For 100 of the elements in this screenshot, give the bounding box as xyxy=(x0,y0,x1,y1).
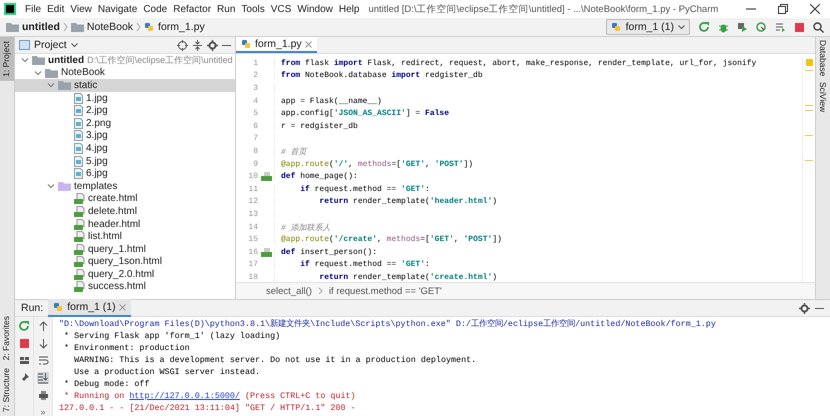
print-icon[interactable] xyxy=(38,390,48,401)
code-line: # 添加联系人 xyxy=(274,222,331,233)
breadcrumb[interactable]: select_all() xyxy=(266,286,312,296)
tree-label: 5.jpg xyxy=(86,156,108,167)
console-link[interactable]: http://127.0.0.1:5000/ xyxy=(129,391,240,401)
soft-wrap-icon[interactable] xyxy=(38,355,48,366)
tree-row[interactable]: 2.jpg xyxy=(15,104,235,117)
breadcrumb[interactable]: if request.method == 'GET' xyxy=(328,286,442,296)
console-line: * Environment: production xyxy=(63,342,191,354)
restore-icon[interactable] xyxy=(778,4,788,14)
route-marker-icon[interactable] xyxy=(260,248,272,257)
stop-icon[interactable] xyxy=(794,22,805,32)
menu-item[interactable]: View xyxy=(67,4,95,14)
down-arrow-icon[interactable] xyxy=(38,338,48,349)
rerun-icon[interactable] xyxy=(18,321,30,332)
line-number: 17 xyxy=(247,260,258,270)
coverage-icon[interactable] xyxy=(737,22,748,32)
rerun-icon[interactable] xyxy=(699,22,710,32)
tree-row[interactable]: NoteBook xyxy=(15,66,235,80)
code-line: app = Flask(__name__) xyxy=(274,96,382,106)
close-icon[interactable] xyxy=(810,4,820,14)
caret-icon[interactable] xyxy=(70,42,78,48)
run-config-dropdown[interactable]: form_1 (1) xyxy=(606,19,690,35)
tree-row[interactable]: 2.png xyxy=(15,116,235,130)
code-line: from flask import Flask, redirect, request, abort, make_response, render_template, url_for, jsonify xyxy=(274,58,756,68)
menu-item[interactable]: Navigate xyxy=(94,4,140,14)
bug-icon[interactable] xyxy=(718,22,729,32)
tree-row[interactable]: 1.jpg xyxy=(15,92,235,104)
tree-row[interactable]: header.html xyxy=(15,218,235,230)
tree-row[interactable]: 4.jpg xyxy=(15,142,235,155)
menu-item[interactable]: Edit xyxy=(44,4,68,14)
breadcrumb[interactable]: untitled xyxy=(22,21,60,33)
tool-window-tab[interactable]: 2: Favorites xyxy=(0,312,14,364)
tree-label: 4.jpg xyxy=(86,142,108,154)
layout-icon[interactable] xyxy=(18,355,30,366)
tree-row[interactable]: 5.jpg xyxy=(15,154,235,168)
tree-label: untitled xyxy=(48,54,84,66)
breadcrumb[interactable]: NoteBook xyxy=(86,21,134,33)
menu-item[interactable]: Tools xyxy=(238,4,268,14)
tree-row[interactable]: delete.html xyxy=(15,205,235,218)
code-line: def insert_person(): xyxy=(274,248,378,257)
tool-window-tab[interactable]: 1: Project xyxy=(0,37,14,81)
tree-row[interactable]: 3.jpg xyxy=(15,130,235,142)
tree-row[interactable]: list.html xyxy=(15,230,235,243)
editor-tab[interactable]: form_1.py xyxy=(236,37,317,53)
tree-row[interactable]: untitled D:\工作空间\eclipse工作空间\untitled xyxy=(15,54,235,67)
code-line: def home_page(): xyxy=(274,172,358,182)
locate-icon[interactable] xyxy=(177,40,188,50)
menu-item[interactable]: Help xyxy=(336,4,362,14)
tree-row[interactable]: 6.jpg xyxy=(15,167,235,180)
tree-label: 2.jpg xyxy=(86,105,108,116)
breadcrumb[interactable]: form_1.py xyxy=(158,21,205,33)
collapse-all-icon[interactable] xyxy=(192,40,203,50)
line-number: 6 xyxy=(252,122,258,131)
menu-item[interactable]: Refactor xyxy=(170,4,214,14)
window-title: untitled [D:\工作空间\eclipse工作空间\untitled] - ...\NoteBook\form_1.py - PyCharm xyxy=(368,2,718,16)
tree-row[interactable]: create.html xyxy=(15,192,235,206)
settings-icon[interactable] xyxy=(799,302,810,314)
chevron-icon xyxy=(136,22,142,32)
more-button[interactable]: » xyxy=(40,407,46,416)
tree-row[interactable]: query_1son.html xyxy=(15,256,235,268)
build-icon[interactable] xyxy=(775,22,786,32)
tree-row[interactable]: static xyxy=(15,79,235,92)
tree-label: create.html xyxy=(88,193,138,204)
tree-label: NoteBook xyxy=(61,67,105,78)
tool-window-tab[interactable]: SciView xyxy=(817,79,829,116)
tree-label: 1.jpg xyxy=(86,92,108,104)
app-icon xyxy=(4,3,16,15)
console-line: WARNING: This is a development server. Do not use it in a production deployment. xyxy=(73,354,478,366)
line-number: 9 xyxy=(252,160,258,169)
code-line: app.config['JSON_AS_ASCII'] = False xyxy=(274,109,450,118)
route-marker-icon[interactable] xyxy=(260,172,272,182)
scroll-to-end-icon[interactable] xyxy=(37,372,49,384)
line-number: 7 xyxy=(252,134,258,144)
menu-item[interactable]: Run xyxy=(214,4,238,14)
tree-row[interactable]: success.html xyxy=(15,280,235,294)
tree-label: delete.html xyxy=(88,206,137,217)
menu-item[interactable]: Window xyxy=(294,4,336,14)
up-arrow-icon[interactable] xyxy=(38,321,48,332)
tree-label: 6.jpg xyxy=(86,168,108,180)
tool-window-tab[interactable]: 7: Structure xyxy=(0,364,14,416)
tree-row[interactable]: templates xyxy=(15,180,235,193)
tool-window-tab[interactable]: Database xyxy=(817,37,829,80)
line-number: 8 xyxy=(252,146,258,156)
tree-row[interactable]: query_1.html xyxy=(15,242,235,256)
stop-icon[interactable] xyxy=(18,338,30,349)
tree-label: 2.png xyxy=(86,118,112,129)
line-number: 11 xyxy=(247,184,258,194)
tree-label: 3.jpg xyxy=(86,130,108,142)
menu-item[interactable]: VCS xyxy=(268,4,294,14)
code-line: # 首页 xyxy=(274,146,307,157)
folder-icon xyxy=(58,80,71,90)
profile-icon[interactable] xyxy=(756,22,767,32)
panel-title[interactable]: Project xyxy=(34,39,67,51)
menu-item[interactable]: Code xyxy=(140,4,170,14)
settings-icon[interactable] xyxy=(207,40,218,50)
run-tab[interactable]: form_1 (1) xyxy=(48,299,131,317)
menu-item[interactable]: File xyxy=(22,4,44,14)
search-icon[interactable] xyxy=(813,22,824,32)
tree-row[interactable]: query_2.0.html xyxy=(15,268,235,281)
